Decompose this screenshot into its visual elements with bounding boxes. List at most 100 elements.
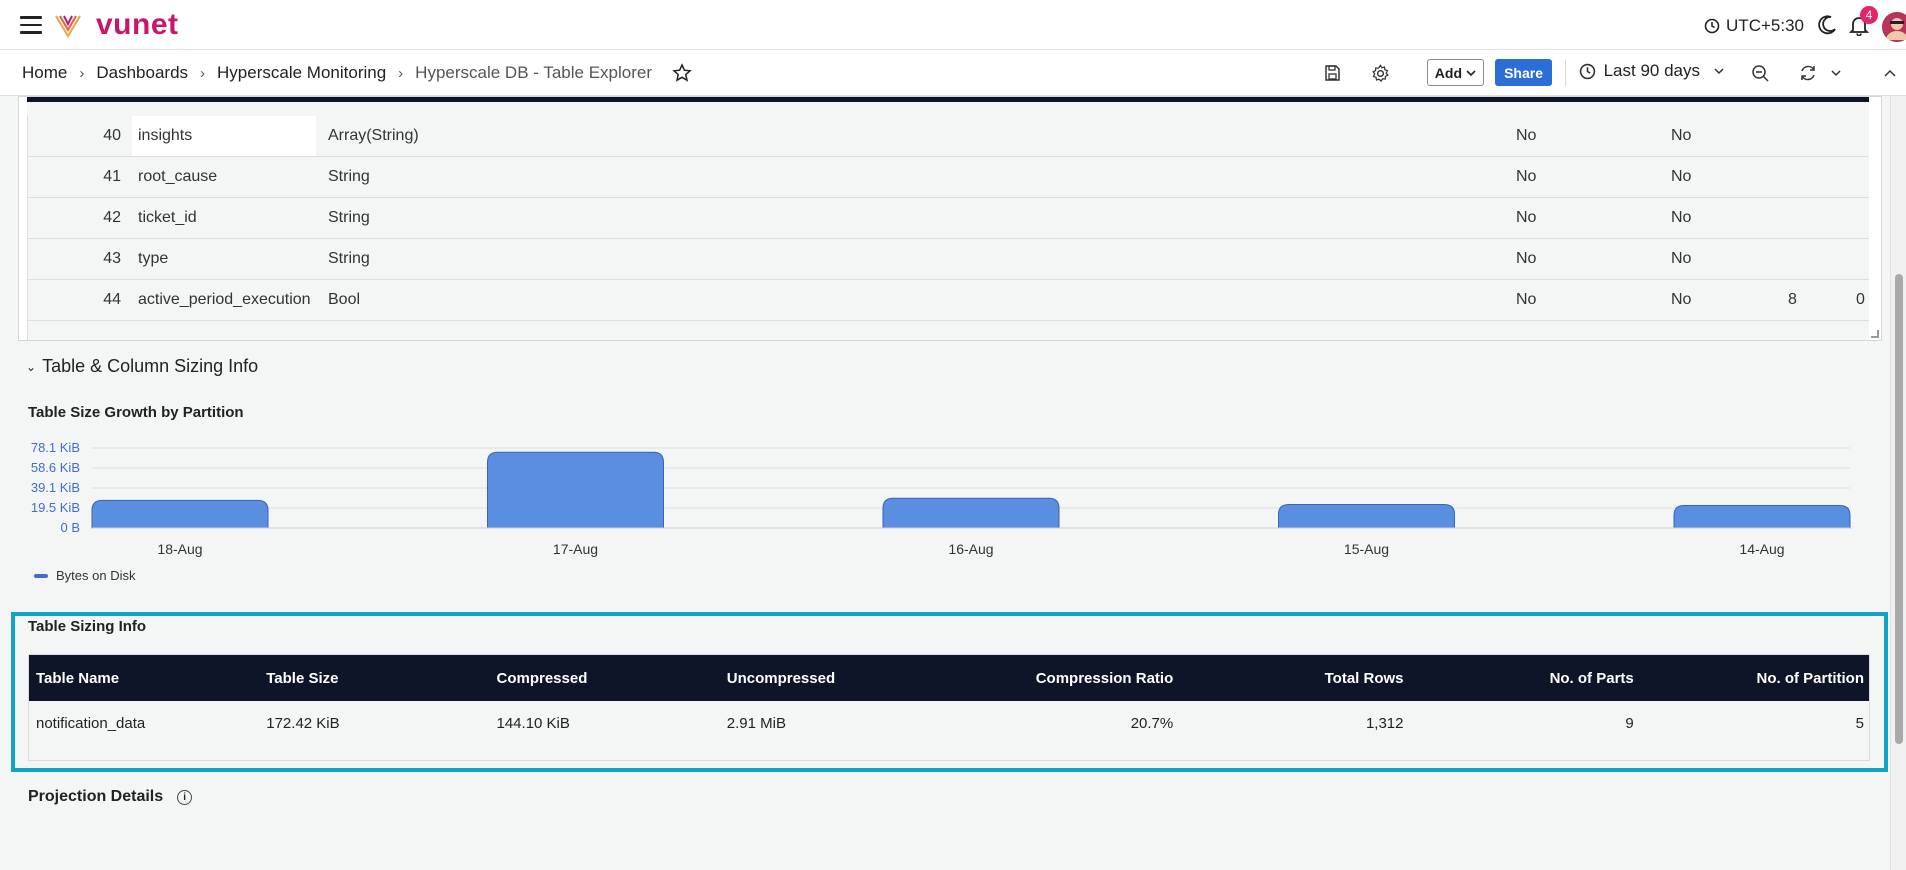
chevron-right-icon: ›: [200, 64, 206, 82]
column-header[interactable]: Compressed: [490, 655, 720, 701]
moon-icon[interactable]: [1816, 14, 1838, 36]
breadcrumb-current: Hyperscale DB - Table Explorer: [415, 63, 653, 82]
columns-table-panel: 40 insights Array(String) No No 41 root_cause S…: [18, 96, 1882, 341]
save-button[interactable]: [1318, 59, 1346, 87]
toolbar-divider: [1565, 60, 1566, 86]
column-header[interactable]: No. of Partition: [1641, 655, 1871, 701]
column-header[interactable]: No. of Parts: [1411, 655, 1641, 701]
column-type: Bool: [328, 291, 361, 308]
row-index: 44: [103, 291, 121, 308]
column-header[interactable]: Compression Ratio: [950, 655, 1180, 701]
column-name: type: [138, 250, 169, 267]
chart-bar[interactable]: [487, 451, 664, 529]
table-cell: 5: [1855, 714, 1864, 732]
clock-icon: [1579, 63, 1595, 79]
column-header[interactable]: Table Name: [29, 655, 259, 701]
table-cell: 144.10 KiB: [496, 714, 570, 732]
nullable-value: No: [1516, 209, 1537, 226]
section-header[interactable]: ⌄ Table & Column Sizing Info: [26, 356, 258, 377]
chevron-down-icon: [1831, 70, 1841, 77]
scrollbar-thumb[interactable]: [1895, 274, 1903, 744]
collapse-header-button[interactable]: [1876, 59, 1904, 87]
column-header[interactable]: Table Size: [259, 655, 489, 701]
metric-value: 0: [1856, 291, 1865, 308]
table-cell: 2.91 MiB: [726, 714, 786, 732]
column-type: String: [328, 209, 370, 226]
breadcrumb-home[interactable]: Home: [22, 63, 67, 83]
logo-text: vunet: [96, 8, 179, 41]
column-header[interactable]: Total Rows: [1180, 655, 1410, 701]
timezone-display[interactable]: UTC+5:30: [1704, 16, 1804, 36]
column-name: insights: [138, 127, 193, 144]
share-button[interactable]: Share: [1495, 59, 1552, 86]
chart-bar[interactable]: [1673, 504, 1851, 529]
chart-bar[interactable]: [1278, 503, 1455, 529]
row-index: 43: [103, 250, 121, 267]
share-label: Share: [1504, 64, 1543, 81]
table-cell: 9: [1625, 714, 1634, 732]
table-cell: 172.42 KiB: [266, 714, 340, 732]
table-row: [27, 321, 1869, 340]
time-range-label: Last 90 days: [1603, 61, 1700, 80]
table-row: 44 active_period_execution Bool No No 8 0: [27, 280, 1869, 321]
column-type: String: [328, 168, 370, 185]
column-header[interactable]: Uncompressed: [720, 655, 950, 701]
panel-resize-handle[interactable]: [1871, 330, 1879, 338]
table-size-growth-chart: 0 B 19.5 KiB 39.1 KiB 58.6 KiB 78.1 KiB 18-Au…: [31, 440, 1851, 557]
chart-bar[interactable]: [882, 497, 1060, 529]
key-value: No: [1671, 168, 1692, 185]
table-cell: 20.7%: [1130, 714, 1174, 732]
legend-swatch: [34, 573, 48, 578]
star-icon[interactable]: [672, 63, 692, 83]
row-index: 41: [103, 168, 121, 185]
chevron-down-icon: [1714, 68, 1724, 75]
add-button[interactable]: Add: [1426, 59, 1484, 86]
projection-details-header: Projection Details i: [28, 788, 193, 806]
page-scrollbar[interactable]: [1890, 96, 1906, 870]
metric-value: 8: [1788, 291, 1797, 308]
refresh-interval-dropdown[interactable]: [1822, 59, 1850, 87]
y-tick-label: 78.1 KiB: [31, 440, 80, 455]
time-range-picker[interactable]: Last 90 days: [1579, 61, 1724, 81]
row-index: 40: [103, 127, 121, 144]
x-tick-label: 16-Aug: [948, 541, 993, 557]
add-label: Add: [1434, 64, 1462, 81]
x-tick-label: 17-Aug: [553, 541, 598, 557]
info-icon[interactable]: i: [177, 789, 193, 805]
refresh-button[interactable]: [1794, 59, 1822, 87]
clock-icon: [1704, 18, 1720, 34]
menu-icon[interactable]: [20, 16, 42, 34]
gear-icon: [1371, 63, 1389, 82]
save-icon: [1325, 65, 1340, 81]
nullable-value: No: [1516, 291, 1537, 308]
column-name: ticket_id: [138, 209, 197, 226]
zoom-out-icon: [1751, 64, 1769, 82]
notifications-button[interactable]: 4: [1848, 6, 1878, 37]
key-value: No: [1671, 291, 1692, 308]
section-title: Table & Column Sizing Info: [42, 356, 259, 376]
y-tick-label: 0 B: [60, 520, 80, 535]
breadcrumb-bar: Home › Dashboards › Hyperscale Monitorin…: [0, 50, 1906, 96]
legend-label: Bytes on Disk: [56, 568, 136, 583]
x-tick-label: 18-Aug: [157, 541, 202, 557]
breadcrumb-hyperscale-monitoring[interactable]: Hyperscale Monitoring: [217, 63, 386, 83]
table-header-strip: [27, 97, 1869, 102]
user-avatar-icon: [1882, 12, 1906, 42]
zoom-out-button[interactable]: [1746, 59, 1774, 87]
table-cell: notification_data: [36, 714, 146, 732]
chart-legend[interactable]: Bytes on Disk: [34, 568, 135, 583]
refresh-icon: [1801, 65, 1815, 81]
chart-bar[interactable]: [91, 499, 269, 529]
chevron-up-icon: [1884, 69, 1896, 77]
nullable-value: No: [1516, 250, 1537, 267]
y-tick-label: 58.6 KiB: [31, 460, 80, 475]
table-row: 40 insights Array(String) No No: [27, 116, 1869, 157]
column-type: Array(String): [328, 127, 419, 144]
sizing-info-title: Table Sizing Info: [28, 618, 147, 635]
chart-title: Table Size Growth by Partition: [28, 404, 244, 421]
settings-button[interactable]: [1366, 59, 1394, 87]
breadcrumb-dashboards[interactable]: Dashboards: [96, 63, 188, 83]
top-bar: vunet UTC+5:30 4: [0, 0, 1906, 50]
column-type: String: [328, 250, 370, 267]
avatar[interactable]: [1882, 12, 1906, 42]
